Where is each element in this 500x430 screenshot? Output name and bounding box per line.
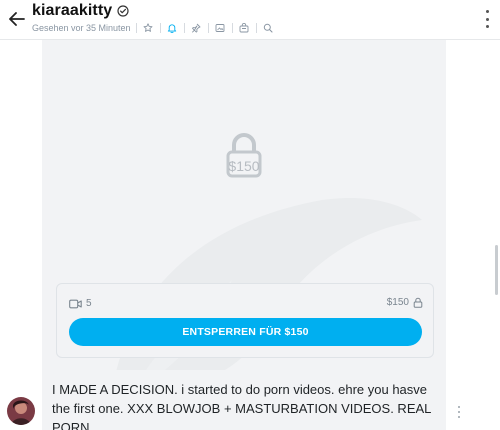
username[interactable]: kiaraakitty xyxy=(32,2,112,20)
header-toolbar: Gesehen vor 35 Minuten xyxy=(32,21,275,34)
unlock-card: 5 $150 ENTSPERREN FÜR $150 xyxy=(56,283,434,358)
scrollbar[interactable] xyxy=(495,245,498,295)
small-lock-icon xyxy=(413,297,423,308)
locked-price-overlay: $150 xyxy=(228,158,260,174)
verified-icon xyxy=(116,5,129,18)
avatar[interactable] xyxy=(7,397,35,425)
pin-icon[interactable] xyxy=(190,21,203,34)
media-count-value: 5 xyxy=(86,298,92,309)
last-seen-status: Gesehen vor 35 Minuten xyxy=(32,22,131,33)
back-arrow-icon xyxy=(9,12,25,26)
divider xyxy=(159,22,161,33)
divider xyxy=(255,22,257,33)
title-row: kiaraakitty xyxy=(32,2,129,20)
kebab-icon xyxy=(485,10,489,13)
star-icon[interactable] xyxy=(142,21,155,34)
bell-icon[interactable] xyxy=(166,21,179,34)
unlock-button[interactable]: ENTSPERREN FÜR $150 xyxy=(69,318,422,346)
back-button[interactable] xyxy=(6,9,28,29)
media-count: 5 xyxy=(69,298,92,309)
message-options-button[interactable] xyxy=(456,406,461,418)
more-options-button[interactable] xyxy=(484,10,490,28)
price-tag: $150 xyxy=(387,297,423,308)
shop-icon[interactable] xyxy=(238,21,251,34)
message-text: I MADE A DECISION. i started to do porn … xyxy=(52,382,431,430)
price-value: $150 xyxy=(386,297,409,308)
divider xyxy=(231,22,233,33)
chat-header: kiaraakitty Gesehen vor 35 Minuten xyxy=(0,0,500,40)
divider xyxy=(207,22,209,33)
gallery-icon[interactable] xyxy=(214,21,227,34)
kebab-icon xyxy=(457,406,460,408)
locked-media-preview[interactable]: $150 5 $150 ENTSPERREN FÜR $150 xyxy=(42,40,446,370)
message-bubble: $150 5 $150 ENTSPERREN FÜR $150 I MADE A… xyxy=(42,40,446,430)
divider xyxy=(183,22,185,33)
search-icon[interactable] xyxy=(262,21,275,34)
video-icon xyxy=(69,299,82,308)
divider xyxy=(135,22,137,33)
